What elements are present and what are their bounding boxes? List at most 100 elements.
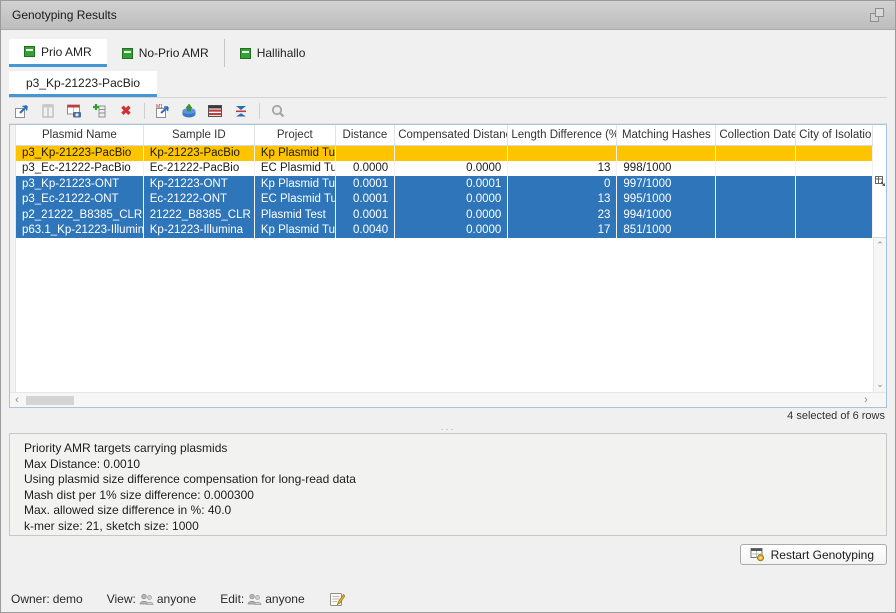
table-cell[interactable]: 0.0001 [335, 207, 395, 223]
table-cell[interactable]: Kp-21223-PacBio [143, 145, 254, 161]
table-cell[interactable]: 0.0000 [395, 207, 508, 223]
table-cell[interactable]: Kp-21223-ONT [143, 176, 254, 192]
table-row[interactable]: p3_Kp-21223-ONTKp-21223-ONTKp Plasmid Tu… [16, 176, 873, 192]
column-header[interactable]: Distance [335, 125, 395, 145]
window-title: Genotyping Results [12, 8, 117, 22]
add-column-icon[interactable] [89, 101, 111, 121]
column-header[interactable]: Sample ID [143, 125, 254, 145]
tab-no-prio-amr[interactable]: No-Prio AMR [107, 39, 224, 67]
table-cell[interactable] [716, 192, 796, 208]
info-line: Max. allowed size difference in %: 40.0 [24, 503, 886, 519]
tab-prio-amr[interactable]: Prio AMR [9, 39, 107, 67]
table-cell[interactable]: p3_Ec-21222-PacBio [16, 161, 143, 177]
table-cell[interactable]: 0.0000 [395, 223, 508, 239]
table-cell[interactable]: Kp Plasmid Tutorial [254, 223, 335, 239]
table-cell[interactable]: 0.0000 [395, 192, 508, 208]
column-header[interactable]: Project [254, 125, 335, 145]
edit-notes-icon[interactable] [329, 591, 345, 607]
table-cell[interactable]: Kp-21223-Illumina [143, 223, 254, 239]
scroll-down-arrow[interactable]: ⌄ [873, 379, 887, 390]
table-cell[interactable] [796, 176, 873, 192]
table-cell[interactable]: 21222_B8385_CLR [143, 207, 254, 223]
float-panel-icon[interactable] [870, 8, 884, 22]
table-cell[interactable]: 23 [508, 207, 617, 223]
table-cell[interactable] [617, 145, 716, 161]
table-cell[interactable] [796, 207, 873, 223]
table-cell[interactable]: 994/1000 [617, 207, 716, 223]
table-cell[interactable]: Kp Plasmid Tutorial [254, 145, 335, 161]
table-row[interactable]: p3_Kp-21223-PacBioKp-21223-PacBioKp Plas… [16, 145, 873, 161]
panel-splitter[interactable]: ··· [9, 424, 887, 433]
table-cell[interactable]: 13 [508, 161, 617, 177]
tab-hallihallo[interactable]: Hallihallo [224, 39, 321, 67]
scroll-right-arrow[interactable]: › [859, 394, 873, 406]
column-header[interactable]: Length Difference (%) [508, 125, 617, 145]
table-cell[interactable]: Plasmid Test [254, 207, 335, 223]
table-cell[interactable]: p63.1_Kp-21223-Illumina [16, 223, 143, 239]
table-row[interactable]: p2_21222_B8385_CLR21222_B8385_CLRPlasmid… [16, 207, 873, 223]
table-cell[interactable] [796, 145, 873, 161]
table-cell[interactable]: p3_Kp-21223-ONT [16, 176, 143, 192]
table-cell[interactable]: 0.0001 [395, 176, 508, 192]
table-row[interactable]: p63.1_Kp-21223-IlluminaKp-21223-Illumina… [16, 223, 873, 239]
table-cell[interactable]: p3_Ec-21222-ONT [16, 192, 143, 208]
horizontal-scrollbar[interactable]: ‹ › [10, 392, 886, 407]
table-cell[interactable]: p2_21222_B8385_CLR [16, 207, 143, 223]
table-cell[interactable] [796, 161, 873, 177]
table-image-icon[interactable] [63, 101, 85, 121]
table-cell[interactable] [796, 223, 873, 239]
scrollbar-thumb[interactable] [26, 396, 74, 405]
column-settings-icon[interactable] [873, 125, 886, 238]
filter-sort-icon[interactable] [230, 101, 252, 121]
table-cell[interactable]: EC Plasmid Tutorial [254, 161, 335, 177]
table-cell[interactable] [395, 145, 508, 161]
selection-status: 4 selected of 6 rows [9, 408, 887, 424]
table-cell[interactable] [716, 223, 796, 239]
table-cell[interactable] [716, 161, 796, 177]
table-cell[interactable]: 0.0001 [335, 176, 395, 192]
column-header[interactable]: Collection Date [716, 125, 796, 145]
table-cell[interactable]: p3_Kp-21223-PacBio [16, 145, 143, 161]
search-icon[interactable] [267, 101, 289, 121]
table-cell[interactable]: 0.0000 [335, 161, 395, 177]
table-row[interactable]: p3_Ec-21222-PacBioEc-21222-PacBioEC Plas… [16, 161, 873, 177]
columns-icon[interactable] [37, 101, 59, 121]
column-header[interactable]: Compensated Distance [395, 125, 508, 145]
table-cell[interactable] [716, 145, 796, 161]
table-cell[interactable]: 995/1000 [617, 192, 716, 208]
delete-icon[interactable]: ✖ [115, 101, 137, 121]
column-header[interactable]: City of Isolation [796, 125, 873, 145]
table-cell[interactable]: EC Plasmid Tutorial [254, 192, 335, 208]
svg-text:M1: M1 [156, 104, 163, 110]
column-header[interactable]: Plasmid Name [16, 125, 143, 145]
restart-genotyping-button[interactable]: Restart Genotyping [740, 544, 887, 565]
table-cell[interactable]: 13 [508, 192, 617, 208]
subtab-sample[interactable]: p3_Kp-21223-PacBio [9, 71, 157, 97]
table-cell[interactable]: Ec-21222-PacBio [143, 161, 254, 177]
info-line: Max Distance: 0.0010 [24, 457, 886, 473]
table-row[interactable]: p3_Ec-21222-ONTEc-21222-ONTEC Plasmid Tu… [16, 192, 873, 208]
table-cell[interactable] [508, 145, 617, 161]
upload-db-icon[interactable] [178, 101, 200, 121]
table-cell[interactable]: 998/1000 [617, 161, 716, 177]
export-table-icon[interactable] [11, 101, 33, 121]
export-m1-icon[interactable]: M1 [152, 101, 174, 121]
table-cell[interactable]: Kp Plasmid Tutorial [254, 176, 335, 192]
table-cell[interactable]: 0 [508, 176, 617, 192]
table-cell[interactable]: 0.0040 [335, 223, 395, 239]
table-cell[interactable]: 851/1000 [617, 223, 716, 239]
scroll-left-arrow[interactable]: ‹ [10, 394, 24, 406]
table-cell[interactable] [796, 192, 873, 208]
table-rows-icon[interactable] [204, 101, 226, 121]
scroll-up-arrow[interactable]: ⌃ [873, 240, 887, 251]
table-cell[interactable] [335, 145, 395, 161]
column-header[interactable]: Matching Hashes [617, 125, 716, 145]
vertical-scrollbar[interactable]: ⌃ ⌄ [873, 238, 886, 392]
table-cell[interactable] [716, 176, 796, 192]
table-cell[interactable]: Ec-21222-ONT [143, 192, 254, 208]
table-cell[interactable]: 17 [508, 223, 617, 239]
table-cell[interactable]: 0.0001 [335, 192, 395, 208]
table-cell[interactable]: 997/1000 [617, 176, 716, 192]
table-cell[interactable] [716, 207, 796, 223]
table-cell[interactable]: 0.0000 [395, 161, 508, 177]
